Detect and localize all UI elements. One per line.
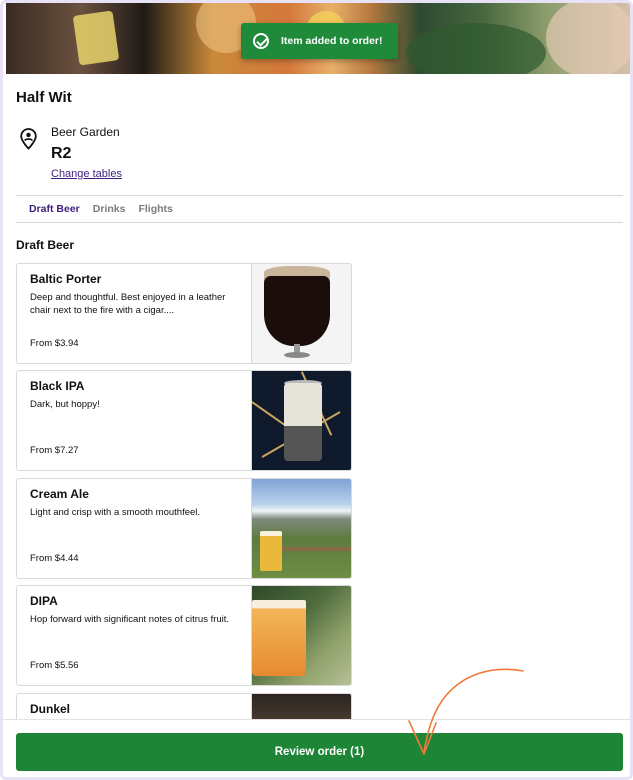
item-name: DIPA: [30, 594, 58, 608]
tab-drinks[interactable]: Drinks: [93, 203, 126, 215]
section-title: Draft Beer: [16, 238, 75, 252]
item-image: [251, 479, 351, 578]
tab-draft-beer[interactable]: Draft Beer: [29, 203, 80, 215]
bottom-bar: Review order (1): [3, 719, 630, 777]
item-image: [251, 264, 351, 363]
item-price: From $5.56: [30, 660, 79, 671]
item-description: Deep and thoughtful. Best enjoyed in a l…: [30, 292, 226, 316]
toast-message: Item added to order!: [281, 35, 383, 47]
location-pin-icon: [20, 128, 37, 150]
category-tabs: Draft Beer Drinks Flights: [16, 195, 623, 223]
item-description: Hop forward with significant notes of ci…: [30, 614, 230, 625]
table-number: R2: [51, 145, 72, 162]
venue-name: Half Wit: [16, 89, 72, 106]
item-description: Dark, but hoppy!: [30, 399, 100, 410]
item-name: Dunkel: [30, 702, 71, 716]
menu-item-card[interactable]: Black IPA Dark, but hoppy! From $7.27: [16, 370, 352, 471]
location-area: Beer Garden: [51, 125, 120, 139]
tab-flights[interactable]: Flights: [138, 203, 172, 215]
item-price: From $3.94: [30, 338, 79, 349]
review-order-button[interactable]: Review order (1): [16, 733, 623, 771]
item-name: Baltic Porter: [30, 272, 102, 286]
item-price: From $7.27: [30, 445, 79, 456]
menu-item-card[interactable]: DIPA Hop forward with significant notes …: [16, 585, 352, 686]
item-image: [251, 371, 351, 470]
item-price: From $4.44: [30, 553, 79, 564]
item-name: Black IPA: [30, 379, 85, 393]
menu-item-card[interactable]: Baltic Porter Deep and thoughtful. Best …: [16, 263, 352, 364]
menu-item-card[interactable]: Cream Ale Light and crisp with a smooth …: [16, 478, 352, 579]
toast-notification: Item added to order!: [241, 23, 398, 59]
change-tables-link[interactable]: Change tables: [51, 168, 122, 180]
item-name: Cream Ale: [30, 487, 89, 501]
check-circle-icon: [253, 33, 269, 49]
item-image: [251, 586, 351, 685]
location-section: Beer Garden R2 Change tables: [16, 123, 316, 183]
item-description: Light and crisp with a smooth mouthfeel.: [30, 507, 201, 518]
app-frame: Item added to order! Half Wit Beer Garde…: [0, 0, 633, 780]
